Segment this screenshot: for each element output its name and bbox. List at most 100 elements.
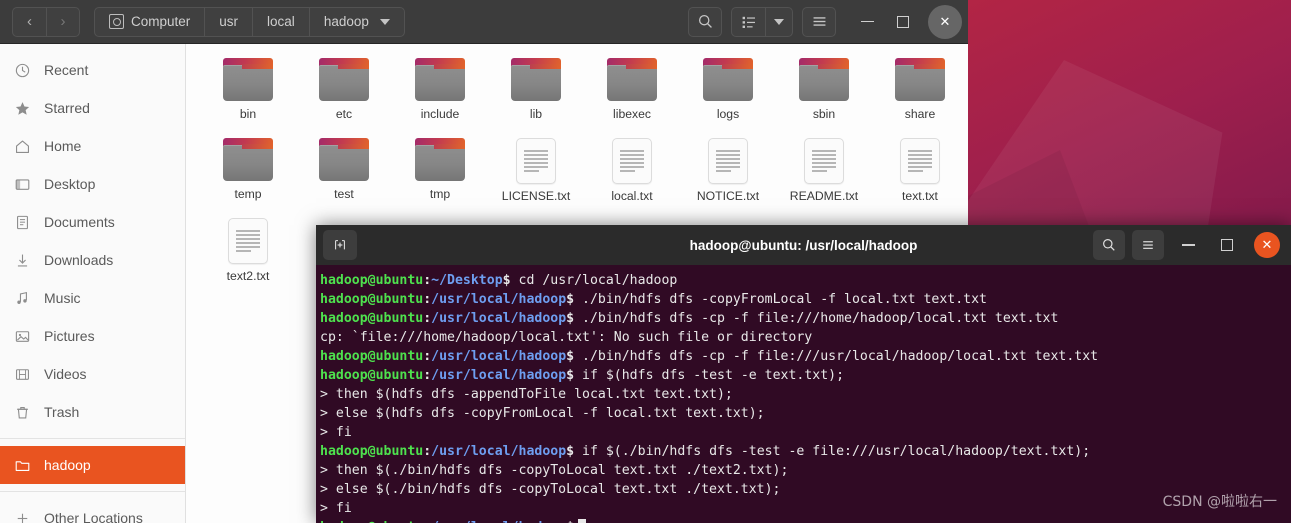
breadcrumb-item-usr[interactable]: usr	[205, 7, 254, 36]
file-item[interactable]: README.txt	[776, 138, 872, 216]
terminal-cursor	[578, 519, 587, 523]
folder-item[interactable]: share	[872, 58, 968, 136]
file-item[interactable]: LICENSE.txt	[488, 138, 584, 216]
folder-item[interactable]: temp	[200, 138, 296, 216]
text-file-icon	[900, 138, 940, 184]
terminal-command: if $(./bin/hdfs dfs -test -e file:///usr…	[574, 444, 1091, 459]
minimize-button[interactable]	[850, 5, 884, 39]
sidebar-item-other-locations[interactable]: Other Locations	[0, 499, 185, 523]
close-button[interactable]: ✕	[928, 4, 962, 39]
sidebar-item-desktop[interactable]: Desktop	[0, 165, 185, 203]
forward-button[interactable]: ›	[46, 6, 80, 37]
prompt-separator: :	[423, 292, 432, 307]
folder-icon	[414, 138, 466, 182]
file-item[interactable]: text.txt	[872, 138, 968, 216]
view-options-dropdown[interactable]	[765, 6, 793, 37]
folder-icon	[606, 58, 658, 102]
folder-item[interactable]: logs	[680, 58, 776, 136]
folder-item[interactable]: libexec	[584, 58, 680, 136]
sidebar-item-music[interactable]: Music	[0, 279, 185, 317]
video-icon	[14, 366, 31, 383]
breadcrumb-item-computer[interactable]: Computer	[95, 7, 206, 36]
breadcrumb-label: hadoop	[323, 14, 369, 29]
terminal-maximize-button[interactable]	[1212, 230, 1242, 260]
sidebar-item-label: hadoop	[44, 457, 91, 473]
terminal-command: ./bin/hdfs dfs -cp -f file:///home/hadoo…	[574, 311, 1059, 326]
sidebar-item-label: Home	[44, 138, 82, 154]
folder-item[interactable]: include	[392, 58, 488, 136]
folder-item[interactable]: test	[296, 138, 392, 216]
prompt-user: hadoop@ubuntu	[320, 368, 424, 383]
file-label: text2.txt	[226, 269, 270, 283]
terminal-search-button[interactable]	[1093, 230, 1125, 260]
terminal-text: cp: `file:///home/hadoop/local.txt': No …	[320, 330, 813, 345]
terminal-output-line: > then $(./bin/hdfs dfs -copyToLocal tex…	[318, 461, 1291, 480]
terminal-menu-button[interactable]	[1132, 230, 1164, 260]
folder-item[interactable]: bin	[200, 58, 296, 136]
main-menu-button[interactable]	[802, 6, 836, 37]
terminal-output-line: cp: `file:///home/hadoop/local.txt': No …	[318, 328, 1291, 347]
terminal-minimize-button[interactable]	[1173, 230, 1203, 260]
terminal-text: > fi	[320, 501, 352, 516]
file-item[interactable]: text2.txt	[200, 218, 296, 296]
sidebar-item-hadoop[interactable]: hadoop	[0, 446, 185, 484]
sidebar-item-home[interactable]: Home	[0, 127, 185, 165]
sidebar-item-downloads[interactable]: Downloads	[0, 241, 185, 279]
folder-item[interactable]: etc	[296, 58, 392, 136]
sidebar-item-pictures[interactable]: Pictures	[0, 317, 185, 355]
sidebar-item-videos[interactable]: Videos	[0, 355, 185, 393]
list-view-button[interactable]	[731, 6, 765, 37]
maximize-button[interactable]	[886, 5, 920, 39]
folder-item[interactable]: sbin	[776, 58, 872, 136]
sidebar-item-label: Other Locations	[44, 510, 143, 523]
folder-item[interactable]: tmp	[392, 138, 488, 216]
music-note-icon	[14, 290, 31, 307]
terminal-prompt-line: hadoop@ubuntu:/usr/local/hadoop$	[318, 518, 1291, 523]
terminal-text: > then $(./bin/hdfs dfs -copyToLocal tex…	[320, 463, 789, 478]
terminal-title-bar: hadoop@ubuntu: /usr/local/hadoop ✕	[316, 225, 1291, 265]
prompt-symbol: $	[566, 368, 575, 383]
download-icon	[14, 252, 31, 269]
file-label: lib	[529, 107, 543, 121]
sidebar-item-label: Desktop	[44, 176, 96, 192]
breadcrumb-label: Computer	[131, 14, 191, 29]
breadcrumb-item-local[interactable]: local	[253, 7, 310, 36]
sidebar-item-trash[interactable]: Trash	[0, 393, 185, 431]
sidebar-item-starred[interactable]: Starred	[0, 89, 185, 127]
back-button[interactable]: ‹	[12, 6, 46, 37]
breadcrumb-item-hadoop[interactable]: hadoop	[310, 8, 404, 36]
folder-icon	[702, 58, 754, 102]
terminal-output-line: > else $(./bin/hdfs dfs -copyToLocal tex…	[318, 480, 1291, 499]
sidebar-item-recent[interactable]: Recent	[0, 51, 185, 89]
folder-icon	[318, 138, 370, 182]
file-item[interactable]: NOTICE.txt	[680, 138, 776, 216]
prompt-separator: :	[423, 273, 432, 288]
file-item[interactable]: local.txt	[584, 138, 680, 216]
search-button[interactable]	[688, 6, 722, 37]
chevron-down-icon	[774, 18, 784, 25]
breadcrumb: Computer usr local hadoop	[94, 6, 405, 37]
breadcrumb-label: local	[267, 14, 295, 29]
new-tab-button[interactable]	[323, 230, 357, 260]
terminal-text: > fi	[320, 425, 352, 440]
terminal-output-line: > fi	[318, 499, 1291, 518]
terminal-output[interactable]: hadoop@ubuntu:~/Desktop$ cd /usr/local/h…	[316, 265, 1291, 523]
folder-icon	[14, 457, 31, 474]
folder-icon	[798, 58, 850, 102]
prompt-user: hadoop@ubuntu	[320, 292, 424, 307]
text-file-icon	[708, 138, 748, 184]
minimize-icon	[1181, 244, 1195, 246]
terminal-text: > else $(./bin/hdfs dfs -copyToLocal tex…	[320, 482, 781, 497]
file-manager-header: ‹ › Computer usr local hadoop ✕	[0, 0, 968, 44]
terminal-window: hadoop@ubuntu: /usr/local/hadoop ✕ hadoo…	[316, 225, 1291, 523]
folder-icon	[510, 58, 562, 102]
prompt-symbol: $	[566, 311, 575, 326]
prompt-path: /usr/local/hadoop	[431, 349, 567, 364]
terminal-close-button[interactable]: ✕	[1254, 232, 1280, 258]
sidebar-item-documents[interactable]: Documents	[0, 203, 185, 241]
file-label: temp	[234, 187, 262, 201]
file-label: sbin	[812, 107, 836, 121]
prompt-path: /usr/local/hadoop	[431, 368, 567, 383]
prompt-separator: :	[423, 311, 432, 326]
folder-item[interactable]: lib	[488, 58, 584, 136]
